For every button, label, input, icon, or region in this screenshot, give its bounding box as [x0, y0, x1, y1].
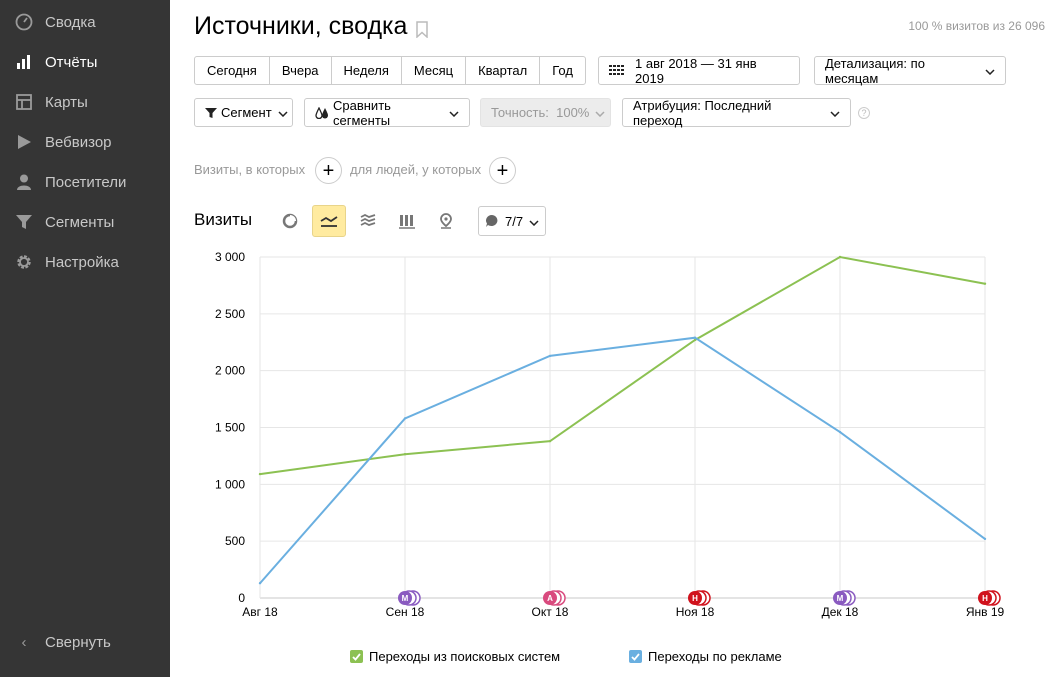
y-tick-label: 2 000	[215, 364, 245, 378]
y-tick-label: 3 000	[215, 250, 245, 264]
visits-line-chart: 0 500 1 000 1 500 2 000 2 500 3 000 Авг 18 Сен 1…	[215, 250, 1005, 619]
legend-item-ads[interactable]: Переходы по рекламе	[629, 649, 782, 664]
data-point	[548, 354, 552, 358]
annotation-letter: Н	[692, 594, 698, 603]
data-point	[693, 336, 697, 339]
x-tick-label: Окт 18	[532, 605, 569, 619]
series-line	[259, 255, 986, 476]
y-tick-label: 1 000	[215, 477, 245, 491]
data-point	[258, 582, 262, 585]
legend-label: Переходы по рекламе	[648, 649, 782, 664]
annotation-letter: М	[402, 594, 409, 603]
annotation-letter: А	[547, 594, 553, 603]
checkbox-checked-icon	[350, 650, 363, 663]
annotation-letter: Н	[982, 594, 988, 603]
data-point	[983, 282, 987, 285]
data-point	[403, 453, 407, 456]
data-point	[403, 417, 407, 420]
legend-label: Переходы из поисковых систем	[369, 649, 561, 664]
data-point	[838, 430, 842, 434]
annotation-letter: М	[837, 594, 844, 603]
x-tick-label: Янв 19	[966, 605, 1005, 619]
x-tick-label: Сен 18	[386, 605, 425, 619]
legend-item-search[interactable]: Переходы из поисковых систем	[350, 649, 560, 664]
data-point	[548, 439, 552, 443]
y-tick-label: 500	[225, 534, 245, 548]
data-point	[258, 472, 262, 476]
x-tick-label: Дек 18	[822, 605, 859, 619]
series-line	[259, 336, 986, 584]
y-tick-label: 0	[238, 591, 245, 605]
y-tick-label: 1 500	[215, 421, 245, 435]
y-tick-label: 2 500	[215, 307, 245, 321]
data-point	[983, 537, 987, 541]
checkbox-checked-icon	[629, 650, 642, 663]
data-point	[838, 255, 842, 259]
x-tick-label: Авг 18	[242, 605, 278, 619]
x-tick-label: Ноя 18	[676, 605, 715, 619]
